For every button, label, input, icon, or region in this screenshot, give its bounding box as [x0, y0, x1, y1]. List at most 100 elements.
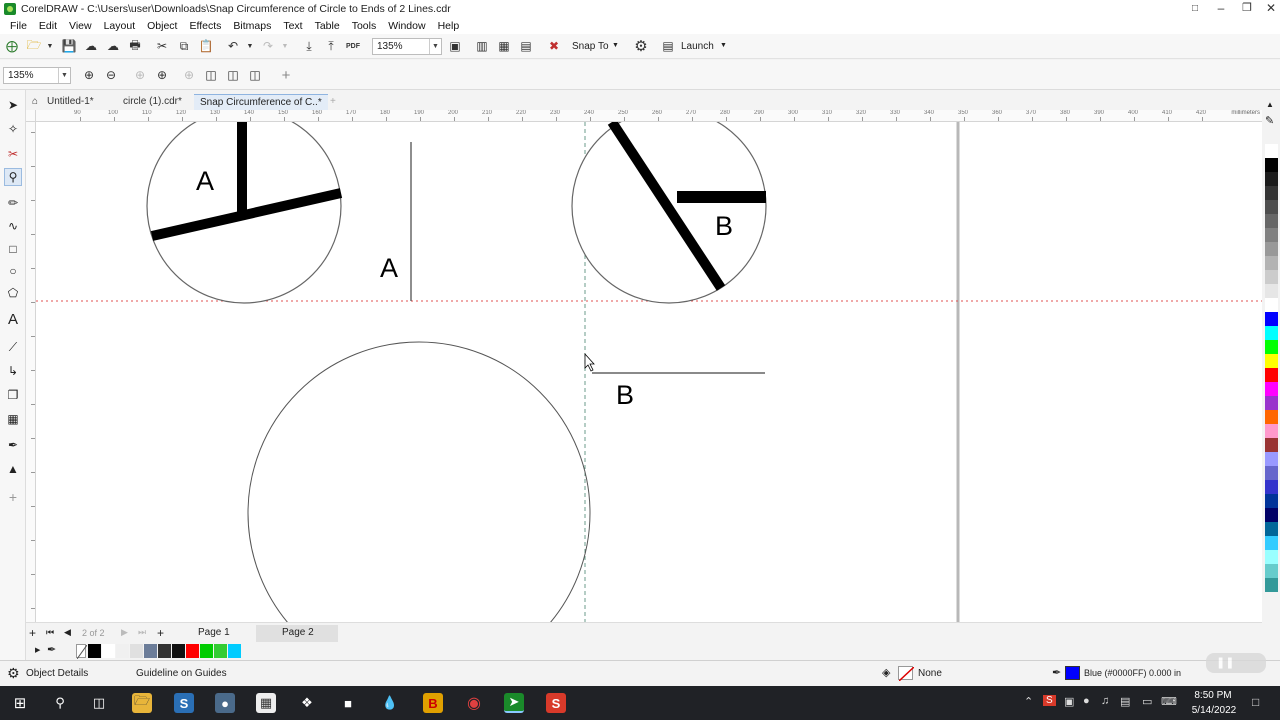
- palette-swatch[interactable]: [1265, 508, 1278, 522]
- doc-palette-swatch[interactable]: [158, 644, 171, 658]
- doc-palette-swatch[interactable]: [228, 644, 241, 658]
- add-page-before-icon[interactable]: +: [29, 626, 36, 640]
- add-icon[interactable]: +: [277, 66, 295, 84]
- app-store-icon[interactable]: ■: [338, 693, 358, 713]
- palette-swatch[interactable]: [1265, 466, 1278, 480]
- next-page-icon[interactable]: ▶: [121, 627, 128, 638]
- zoom-in-icon[interactable]: ⊕: [80, 66, 98, 84]
- palette-swatch[interactable]: [1265, 228, 1278, 242]
- undo-dropdown-icon[interactable]: ▼: [241, 37, 259, 55]
- doc-palette-swatch[interactable]: [200, 644, 213, 658]
- menu-bitmaps[interactable]: Bitmaps: [233, 20, 271, 32]
- page-tab-1[interactable]: Page 1: [176, 625, 246, 642]
- zoom-page-height-icon[interactable]: ◫: [224, 66, 242, 84]
- launch-dropdown[interactable]: Launch: [681, 41, 714, 52]
- property-zoom-combo[interactable]: 135% ▼: [3, 67, 71, 84]
- palette-swatch[interactable]: [1265, 410, 1278, 424]
- paste-icon[interactable]: 📋: [197, 37, 215, 55]
- fill-none-swatch[interactable]: [898, 666, 915, 682]
- palette-swatch[interactable]: [1265, 270, 1278, 284]
- label-a-line[interactable]: A: [380, 253, 398, 284]
- app-grid-icon[interactable]: ▦: [256, 693, 276, 713]
- coreldraw-taskbar-icon[interactable]: ➤: [504, 693, 524, 713]
- rulers-icon[interactable]: ▥: [473, 37, 491, 55]
- label-b-line[interactable]: B: [616, 380, 634, 411]
- palette-swatch[interactable]: [1265, 186, 1278, 200]
- save-icon[interactable]: 💾: [60, 37, 78, 55]
- tray-meet-icon[interactable]: ▣: [1064, 695, 1074, 708]
- palette-swatch[interactable]: [1265, 396, 1278, 410]
- first-page-icon[interactable]: ⏮: [46, 627, 54, 638]
- palette-swatch[interactable]: [1265, 298, 1278, 312]
- ellipse-tool-icon[interactable]: ○: [4, 262, 22, 280]
- grid-icon[interactable]: ▦: [495, 37, 513, 55]
- menu-tools[interactable]: Tools: [352, 20, 377, 32]
- last-page-icon[interactable]: ⏭: [138, 627, 146, 638]
- tab-circle-1[interactable]: circle (1).cdr*: [117, 94, 188, 110]
- drawing-canvas[interactable]: A A B B: [36, 122, 1262, 622]
- interactive-fill-icon[interactable]: ▲: [4, 460, 22, 478]
- volume-icon[interactable]: ♫: [1101, 695, 1109, 707]
- menu-effects[interactable]: Effects: [189, 20, 221, 32]
- palette-swatch[interactable]: [1265, 368, 1278, 382]
- connector-tool-icon[interactable]: ↳: [4, 362, 22, 380]
- pick-tool-icon[interactable]: ➤: [4, 96, 22, 114]
- redo-icon[interactable]: ↷: [259, 37, 277, 55]
- eyedropper-icon[interactable]: ✒: [4, 436, 22, 454]
- zoom-selected-icon[interactable]: ⊕: [131, 66, 149, 84]
- notifications-icon[interactable]: □: [1252, 695, 1259, 709]
- rectangle-tool-icon[interactable]: □: [4, 240, 22, 258]
- page-tab-2[interactable]: Page 2: [256, 625, 338, 642]
- menu-table[interactable]: Table: [315, 20, 340, 32]
- palette-swatch[interactable]: [1265, 578, 1278, 592]
- circle-a-group[interactable]: [146, 122, 343, 304]
- launch-icon[interactable]: ▤: [659, 37, 677, 55]
- doc-palette-eyedropper-icon[interactable]: ✒: [47, 643, 56, 656]
- doc-palette-swatch[interactable]: [88, 644, 101, 658]
- app-capture-icon[interactable]: ●: [215, 693, 235, 713]
- menu-layout[interactable]: Layout: [104, 20, 136, 32]
- zoom-to-page-icon[interactable]: ⊕: [180, 66, 198, 84]
- shape-tool-icon[interactable]: ✧: [4, 120, 22, 138]
- snap-off-icon[interactable]: ✖: [545, 37, 563, 55]
- new-tab-icon[interactable]: +: [324, 94, 342, 110]
- large-circle[interactable]: [247, 341, 591, 622]
- doc-palette-swatch[interactable]: [116, 644, 129, 658]
- app-b-icon[interactable]: B: [423, 693, 443, 713]
- export-icon[interactable]: ⤒: [322, 37, 340, 55]
- minimize-button[interactable]: –: [1208, 0, 1234, 18]
- no-color-swatch[interactable]: [76, 644, 88, 660]
- launch-chevron-icon[interactable]: ▼: [720, 42, 727, 49]
- crop-tool-icon[interactable]: ✂: [4, 145, 22, 163]
- tray-chevron-icon[interactable]: ⌃: [1024, 695, 1033, 708]
- previous-page-icon[interactable]: ◀: [64, 627, 71, 638]
- undo-icon[interactable]: ↶: [224, 37, 242, 55]
- task-view-icon[interactable]: ◫: [89, 693, 109, 713]
- doc-palette-swatch[interactable]: [144, 644, 157, 658]
- options-gear-icon[interactable]: ⚙: [632, 37, 650, 55]
- zoom-all-objects-icon[interactable]: ⊕: [153, 66, 171, 84]
- palette-swatch[interactable]: [1265, 424, 1278, 438]
- label-b-circle[interactable]: B: [715, 211, 733, 242]
- palette-swatch[interactable]: [1265, 438, 1278, 452]
- chrome-icon[interactable]: ◉: [464, 693, 484, 713]
- doc-palette-swatch[interactable]: [130, 644, 143, 658]
- palette-swatch[interactable]: [1265, 256, 1278, 270]
- palette-swatch[interactable]: [1265, 312, 1278, 326]
- palette-swatch[interactable]: [1265, 284, 1278, 298]
- tab-snap-circumference[interactable]: Snap Circumference of C..*: [194, 94, 328, 110]
- menu-edit[interactable]: Edit: [39, 20, 57, 32]
- palette-swatch[interactable]: [1265, 340, 1278, 354]
- file-explorer-icon[interactable]: 🗁: [132, 693, 152, 713]
- snap-to-chevron-icon[interactable]: ▼: [612, 42, 619, 49]
- label-a-circle[interactable]: A: [196, 166, 214, 197]
- zoom-page-width-icon[interactable]: ◫: [202, 66, 220, 84]
- open-dropdown-icon[interactable]: ▼: [41, 37, 59, 55]
- palette-swatch[interactable]: [1265, 158, 1278, 172]
- palette-swatch[interactable]: [1265, 242, 1278, 256]
- add-page-after-icon[interactable]: +: [157, 626, 164, 640]
- import-icon[interactable]: ⤓: [300, 37, 318, 55]
- outline-pen-icon[interactable]: ✒: [1052, 666, 1061, 679]
- palette-scroll-up-icon[interactable]: ▲: [1266, 100, 1274, 109]
- cut-icon[interactable]: ✂: [153, 37, 171, 55]
